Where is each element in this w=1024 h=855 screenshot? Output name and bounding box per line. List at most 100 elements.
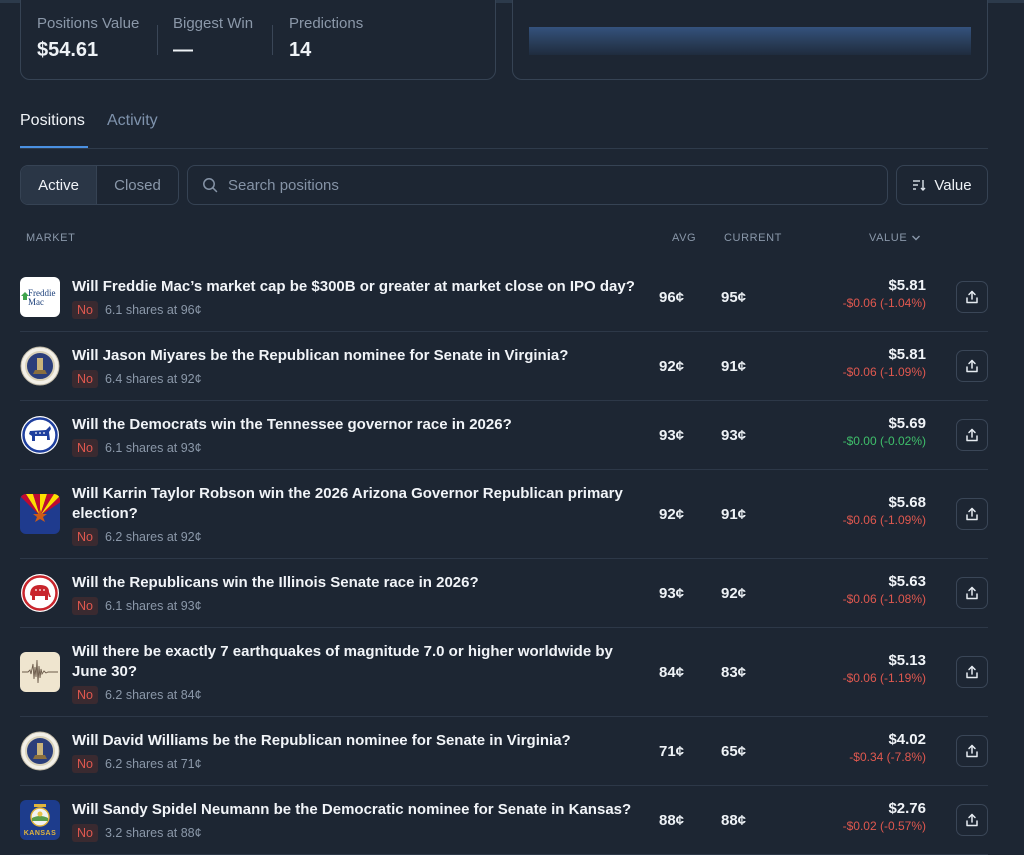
current-price: 92¢ <box>721 584 747 602</box>
market-title[interactable]: Will the Democrats win the Tennessee gov… <box>72 415 642 435</box>
market-title[interactable]: Will Freddie Mac’s market cap be $300B o… <box>72 277 642 297</box>
position-row[interactable]: Will there be exactly 7 earthquakes of m… <box>20 628 988 717</box>
position-row[interactable]: Will the Republicans win the Illinois Se… <box>20 559 988 628</box>
value-amount: $4.02 <box>888 730 926 748</box>
pnl-chart-card <box>512 0 988 80</box>
share-button[interactable] <box>956 734 988 767</box>
seismograph-icon <box>20 651 60 692</box>
avg-price: 96¢ <box>659 288 685 306</box>
freddie-mac-logo-icon: Freddie Mac <box>20 276 60 317</box>
tabs-divider <box>20 148 988 149</box>
share-button[interactable] <box>956 280 988 313</box>
share-button[interactable] <box>956 497 988 530</box>
stat-biggest-win: Biggest Win — <box>173 15 253 62</box>
value-change: -$0.06 (-1.09%) <box>842 364 926 379</box>
current-price: 95¢ <box>721 288 747 306</box>
portfolio-stats-card: Positions Value $54.61 Biggest Win — Pre… <box>20 0 496 80</box>
value-change: -$0.06 (-1.19%) <box>842 670 926 685</box>
market-title[interactable]: Will there be exactly 7 earthquakes of m… <box>72 642 642 682</box>
active-filter-button[interactable]: Active <box>21 166 97 204</box>
position-meta: No 6.2 shares at 92¢ <box>72 528 202 546</box>
avg-price: 93¢ <box>659 426 685 444</box>
stat-divider <box>272 25 273 55</box>
share-icon <box>966 428 978 441</box>
position-meta: No 6.1 shares at 96¢ <box>72 301 202 319</box>
value-change: -$0.00 (-0.02%) <box>842 433 926 448</box>
column-header-market: MARKET <box>26 232 76 244</box>
logo-text: Freddie Mac <box>28 287 56 307</box>
sort-icon <box>913 180 926 191</box>
share-icon <box>966 507 978 520</box>
position-row[interactable]: Will the Democrats win the Tennessee gov… <box>20 401 988 470</box>
arizona-flag-icon <box>20 493 60 534</box>
value-change: -$0.06 (-1.08%) <box>842 591 926 606</box>
tab-activity[interactable]: Activity <box>107 112 158 148</box>
column-header-avg: AVG <box>672 232 697 244</box>
market-title[interactable]: Will David Williams be the Republican no… <box>72 731 642 751</box>
position-value: $5.13 -$0.06 (-1.19%) <box>843 652 926 685</box>
virginia-seal-icon <box>20 731 60 771</box>
column-header-value[interactable]: VALUE <box>869 232 921 244</box>
tab-positions[interactable]: Positions <box>20 112 85 148</box>
value-amount: $5.81 <box>888 345 926 363</box>
value-change: -$0.34 (-7.8%) <box>849 749 926 764</box>
position-row[interactable]: Will Jason Miyares be the Republican nom… <box>20 332 988 401</box>
share-icon <box>966 359 978 372</box>
share-button[interactable] <box>956 803 988 836</box>
stat-label: Biggest Win <box>173 15 254 32</box>
current-price: 88¢ <box>721 811 747 829</box>
stat-predictions: Predictions 14 <box>289 15 363 62</box>
sort-button[interactable]: Value <box>896 165 988 205</box>
share-button[interactable] <box>956 576 988 609</box>
search-box <box>187 165 888 205</box>
avg-price: 88¢ <box>659 811 685 829</box>
value-amount: $2.76 <box>888 799 926 817</box>
position-meta: No 6.2 shares at 84¢ <box>72 686 202 704</box>
position-meta: No 6.4 shares at 92¢ <box>72 370 202 388</box>
position-row[interactable]: Will David Williams be the Republican no… <box>20 717 988 786</box>
share-icon <box>966 665 978 678</box>
chevron-down-icon <box>912 235 921 241</box>
sort-label: Value <box>934 176 972 194</box>
value-amount: $5.68 <box>888 493 926 511</box>
value-amount: $5.13 <box>888 651 926 669</box>
market-title[interactable]: Will Jason Miyares be the Republican nom… <box>72 346 642 366</box>
search-icon <box>203 178 218 193</box>
shares-text: 6.1 shares at 93¢ <box>104 441 202 455</box>
stat-label: Predictions <box>289 15 364 32</box>
closed-filter-button[interactable]: Closed <box>97 166 178 204</box>
position-meta: No 6.2 shares at 71¢ <box>72 755 202 773</box>
position-value: $5.63 -$0.06 (-1.08%) <box>843 573 926 606</box>
search-input[interactable] <box>228 176 848 194</box>
share-icon <box>966 290 978 303</box>
stat-divider <box>157 25 158 55</box>
position-row[interactable]: Will Karrin Taylor Robson win the 2026 A… <box>20 470 988 559</box>
pnl-chart-area <box>529 27 971 55</box>
stat-positions-value: Positions Value $54.61 <box>37 15 139 62</box>
market-title[interactable]: Will Sandy Spidel Neumann be the Democra… <box>72 800 642 820</box>
shares-text: 6.2 shares at 84¢ <box>104 688 202 702</box>
avg-price: 92¢ <box>659 357 685 375</box>
value-amount: $5.63 <box>888 572 926 590</box>
avg-price: 93¢ <box>659 584 685 602</box>
position-meta: No 6.1 shares at 93¢ <box>72 597 202 615</box>
democrat-donkey-icon <box>20 415 60 455</box>
flag-text: KANSAS <box>23 829 57 837</box>
share-icon <box>966 744 978 757</box>
market-title[interactable]: Will Karrin Taylor Robson win the 2026 A… <box>72 484 642 524</box>
share-button[interactable] <box>956 655 988 688</box>
market-title[interactable]: Will the Republicans win the Illinois Se… <box>72 573 642 593</box>
position-row[interactable]: Freddie Mac Will Freddie Mac’s market ca… <box>20 263 988 332</box>
outcome-badge: No <box>72 301 98 319</box>
position-value: $4.02 -$0.34 (-7.8%) <box>849 731 926 764</box>
share-button[interactable] <box>956 418 988 451</box>
stat-label: Positions Value <box>37 15 140 32</box>
stat-value: — <box>173 39 193 61</box>
share-button[interactable] <box>956 349 988 382</box>
value-amount: $5.69 <box>888 414 926 432</box>
stat-value: $54.61 <box>37 39 99 61</box>
share-icon <box>966 813 978 826</box>
outcome-badge: No <box>72 686 98 704</box>
position-meta: No 3.2 shares at 88¢ <box>72 824 202 842</box>
position-row[interactable]: KANSAS Will Sandy Spidel Neumann be the … <box>20 786 988 855</box>
